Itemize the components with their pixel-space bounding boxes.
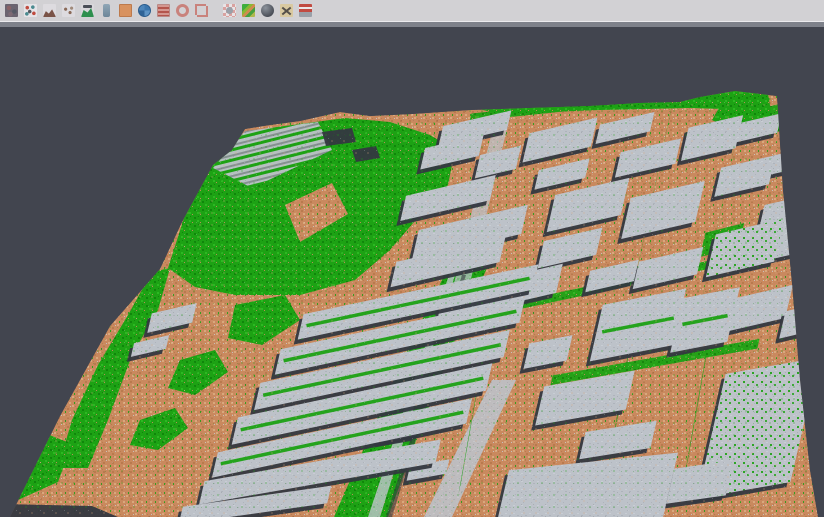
toolbar-lower-band — [0, 22, 824, 27]
viewport-3d[interactable] — [0, 0, 824, 517]
sparse-points-icon — [62, 4, 75, 17]
toolbar — [0, 0, 824, 21]
profile-bar-button[interactable] — [98, 2, 115, 19]
globe-blue-icon — [138, 4, 151, 17]
sphere-dark-button[interactable] — [259, 2, 276, 19]
clip-brackets-button[interactable] — [193, 2, 210, 19]
sphere-dark-icon — [261, 4, 274, 17]
checker-pink-button[interactable] — [221, 2, 238, 19]
clip-brackets-icon — [195, 4, 208, 17]
flag-striped-button[interactable] — [297, 2, 314, 19]
layers-red-icon — [157, 4, 170, 17]
ortho-orange-button[interactable] — [117, 2, 134, 19]
terrain-green-icon — [81, 4, 94, 17]
cross-tan-icon — [280, 4, 293, 17]
classification-colors-icon — [242, 4, 255, 17]
ring-red-button[interactable] — [174, 2, 191, 19]
point-cloud-scene — [0, 0, 824, 517]
toolbar-separator — [211, 3, 220, 19]
cross-tan-button[interactable] — [278, 2, 295, 19]
colored-points-button[interactable] — [22, 2, 39, 19]
checker-pink-icon — [223, 4, 236, 17]
colored-points-icon — [24, 4, 37, 17]
flag-striped-icon — [299, 4, 312, 17]
terrain-brown-button[interactable] — [41, 2, 58, 19]
terrain-green-button[interactable] — [79, 2, 96, 19]
sparse-points-button[interactable] — [60, 2, 77, 19]
globe-blue-button[interactable] — [136, 2, 153, 19]
terrain-brown-icon — [43, 4, 56, 17]
toolbar-group — [220, 1, 315, 20]
ring-red-icon — [176, 4, 189, 17]
classification-colors-button[interactable] — [240, 2, 257, 19]
application-window — [0, 0, 824, 517]
toolbar-group — [2, 1, 211, 20]
profile-bar-icon — [100, 4, 113, 17]
cloud-points-dark-button[interactable] — [3, 2, 20, 19]
cloud-points-dark-icon — [5, 4, 18, 17]
layers-red-button[interactable] — [155, 2, 172, 19]
ortho-orange-icon — [119, 4, 132, 17]
